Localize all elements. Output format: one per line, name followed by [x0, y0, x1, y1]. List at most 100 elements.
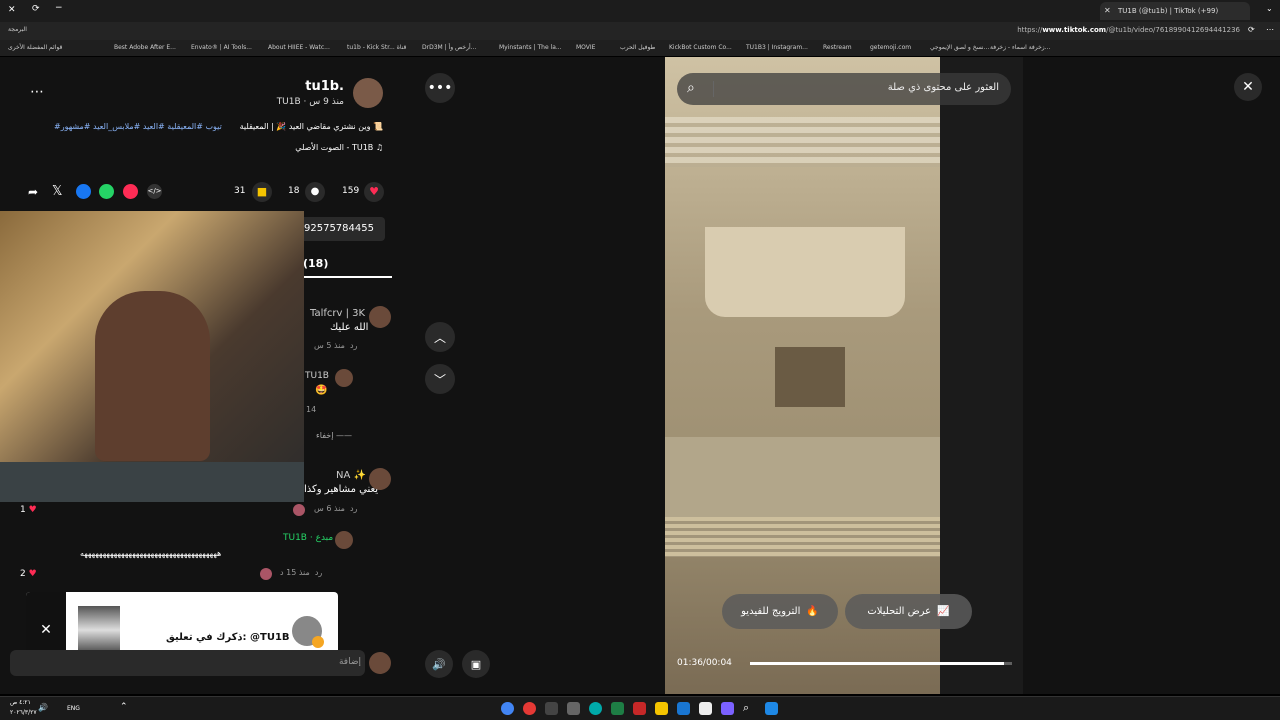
minimize-icon[interactable]: − — [55, 3, 63, 13]
analytics-button[interactable]: عرض التحليلات 📈 — [845, 594, 972, 629]
comment-icon[interactable]: ● — [305, 182, 325, 202]
more-options-button[interactable]: ••• — [425, 73, 455, 103]
chevron-up-icon[interactable]: ⌃ — [120, 702, 128, 712]
post-more-icon[interactable]: ⋯ — [30, 84, 44, 100]
app-icon[interactable] — [699, 702, 712, 715]
webcam-overlay — [0, 211, 304, 502]
flame-icon: 🔥 — [806, 606, 819, 617]
comment-text: 🤩 — [315, 385, 328, 396]
embed-share-icon[interactable]: </> — [147, 184, 162, 199]
previous-video-button[interactable]: ︿ — [425, 322, 455, 352]
more-icon: ••• — [427, 80, 453, 96]
menu-icon[interactable]: ⋯ — [1266, 25, 1274, 34]
comment-text: هههههههههههههههههههههههههههههههههههههه — [80, 549, 222, 558]
other-favorites-label[interactable]: قوائم المفضلة الأخرى — [8, 44, 62, 51]
bookmark-item[interactable]: Best Adobe After E... — [114, 44, 176, 51]
post-caption: وين نشتري مقاضي العيد 🎉 | المعيقلية 📜 — [239, 122, 383, 131]
taskbar: ٤:٢١ ص ٢٠٢٦/٣/٢٧ 🔊 ENG ⌃ ⌕ — [0, 696, 1280, 720]
refresh-icon[interactable]: ⟳ — [32, 4, 40, 14]
comment-avatar[interactable] — [335, 531, 353, 549]
start-icon[interactable] — [765, 702, 778, 715]
bookmark-item[interactable]: About HIIEE - Watc... — [268, 44, 330, 51]
post-sound[interactable]: الصوت الأصلي - TU1B ♫ — [295, 143, 383, 152]
search-box[interactable]: ⌕ العثور على محتوى ذي صلة — [677, 73, 1011, 105]
link-text: 92575784455 — [304, 223, 374, 234]
facebook-share-icon[interactable] — [76, 184, 91, 199]
bookmark-item[interactable]: DrD3M | أرخص وأ... — [422, 44, 476, 51]
comment-author[interactable]: TU1B · مبدع — [283, 533, 333, 543]
pip-button[interactable]: ▣ — [462, 650, 490, 678]
bookmarks-bar: قوائم المفضلة الأخرى Best Adobe After E.… — [0, 40, 1280, 56]
app-icon[interactable] — [545, 702, 558, 715]
bookmark-icon[interactable]: ■ — [252, 182, 272, 202]
like-count: 2 ♥ — [20, 569, 37, 579]
bookmark-item[interactable]: Restream — [823, 44, 852, 51]
tab-close-icon[interactable]: ✕ — [1104, 2, 1111, 20]
telegram-share-icon[interactable] — [123, 184, 138, 199]
app-icon[interactable] — [567, 702, 580, 715]
like-count: 1 ♥ — [20, 505, 37, 515]
post-hashtags[interactable]: #تيوب #المعيقلية #العيد #ملابس_العيد #مش… — [54, 122, 222, 131]
clock-date: ٢٠٢٦/٣/٢٧ — [10, 709, 37, 716]
language-indicator[interactable]: ENG — [67, 705, 80, 712]
bookmark-item[interactable]: Myinstants | The la... — [499, 44, 562, 51]
comment-author[interactable]: Talfcrv | 3K — [310, 308, 365, 319]
chrome-icon[interactable] — [501, 702, 514, 715]
next-video-button[interactable]: ﹀ — [425, 364, 455, 394]
bookmark-item[interactable]: طوفيل الحرب — [620, 44, 655, 51]
bookmark-item[interactable]: MOVIE — [576, 44, 595, 51]
whatsapp-share-icon[interactable] — [99, 184, 114, 199]
author-avatar[interactable] — [353, 78, 383, 108]
bookmark-item[interactable]: Envato® | AI Tools... — [191, 44, 252, 51]
close-button[interactable]: ✕ — [1234, 73, 1262, 101]
search-input[interactable]: العثور على محتوى ذي صلة — [888, 82, 999, 93]
folder-icon[interactable] — [655, 702, 668, 715]
like-icon[interactable]: ♥ — [364, 182, 384, 202]
reload-icon[interactable]: ⟳ — [1248, 25, 1255, 34]
comment-input[interactable]: إضافة — [10, 650, 365, 676]
close-window-icon[interactable]: ✕ — [8, 5, 16, 15]
search-icon[interactable]: ⌕ — [687, 80, 695, 96]
hide-replies-button[interactable]: إخفاء —— — [316, 431, 352, 440]
bookmark-item[interactable]: KickBot Custom Co... — [669, 44, 732, 51]
reply-avatar — [293, 504, 305, 516]
share-icon[interactable]: ➦ — [28, 185, 38, 199]
chevron-down-icon[interactable]: ⌄ — [1266, 4, 1273, 13]
notification-text: ذكرك في تعليق: @TU1B — [166, 632, 290, 643]
comment-author[interactable]: NA ✨ — [336, 470, 366, 481]
app-icon[interactable] — [677, 702, 690, 715]
progress-track[interactable] — [750, 662, 1012, 665]
app-icon[interactable] — [523, 702, 536, 715]
excel-icon[interactable] — [611, 702, 624, 715]
right-area — [1023, 57, 1280, 694]
speaker-icon[interactable]: 🔊 — [38, 703, 48, 712]
close-icon: ✕ — [1242, 79, 1254, 95]
copy-link-box[interactable]: 92575784455 — [296, 217, 385, 241]
comment-avatar[interactable] — [369, 306, 391, 328]
comments-tab[interactable]: (18) — [303, 257, 328, 270]
url-text[interactable]: https://www.tiktok.com/@tu1b/video/76189… — [1017, 26, 1240, 34]
promote-button[interactable]: الترويج للفيديو 🔥 — [722, 594, 838, 629]
x-share-icon[interactable]: 𝕏 — [52, 184, 62, 199]
bookmark-item[interactable]: نسخ و لصق الإيموجي... — [930, 44, 989, 51]
bookmark-item[interactable]: getemoji.com — [870, 44, 911, 51]
clock-time: ٤:٢١ ص — [10, 699, 31, 706]
app-icon[interactable] — [721, 702, 734, 715]
app-icon[interactable] — [633, 702, 646, 715]
author-username[interactable]: tu1b. — [305, 79, 344, 94]
comment-author[interactable]: TU1B — [305, 371, 329, 381]
browser-tab[interactable]: ✕ TU1B (@tu1b) | TikTok (+99) — [1100, 2, 1250, 20]
comment-count: 18 — [288, 186, 300, 196]
bookmark-item[interactable]: tu1b - Kick Str... قناة — [347, 44, 406, 51]
bookmark-item[interactable]: زخرفة اسماء - زخرفة... — [990, 44, 1050, 51]
bookmark-item[interactable]: TU1B3 | Instagram... — [746, 44, 808, 51]
chevron-down-icon: ﹀ — [433, 372, 446, 387]
browser-folder-label: البرمجة — [8, 26, 27, 33]
volume-button[interactable]: 🔊 — [425, 650, 453, 678]
reply-avatar — [260, 568, 272, 580]
comment-avatar[interactable] — [335, 369, 353, 387]
user-avatar[interactable] — [369, 652, 391, 674]
address-bar[interactable]: البرمجة https://www.tiktok.com/@tu1b/vid… — [0, 22, 1280, 40]
search-icon[interactable]: ⌕ — [743, 701, 749, 715]
edge-icon[interactable] — [589, 702, 602, 715]
